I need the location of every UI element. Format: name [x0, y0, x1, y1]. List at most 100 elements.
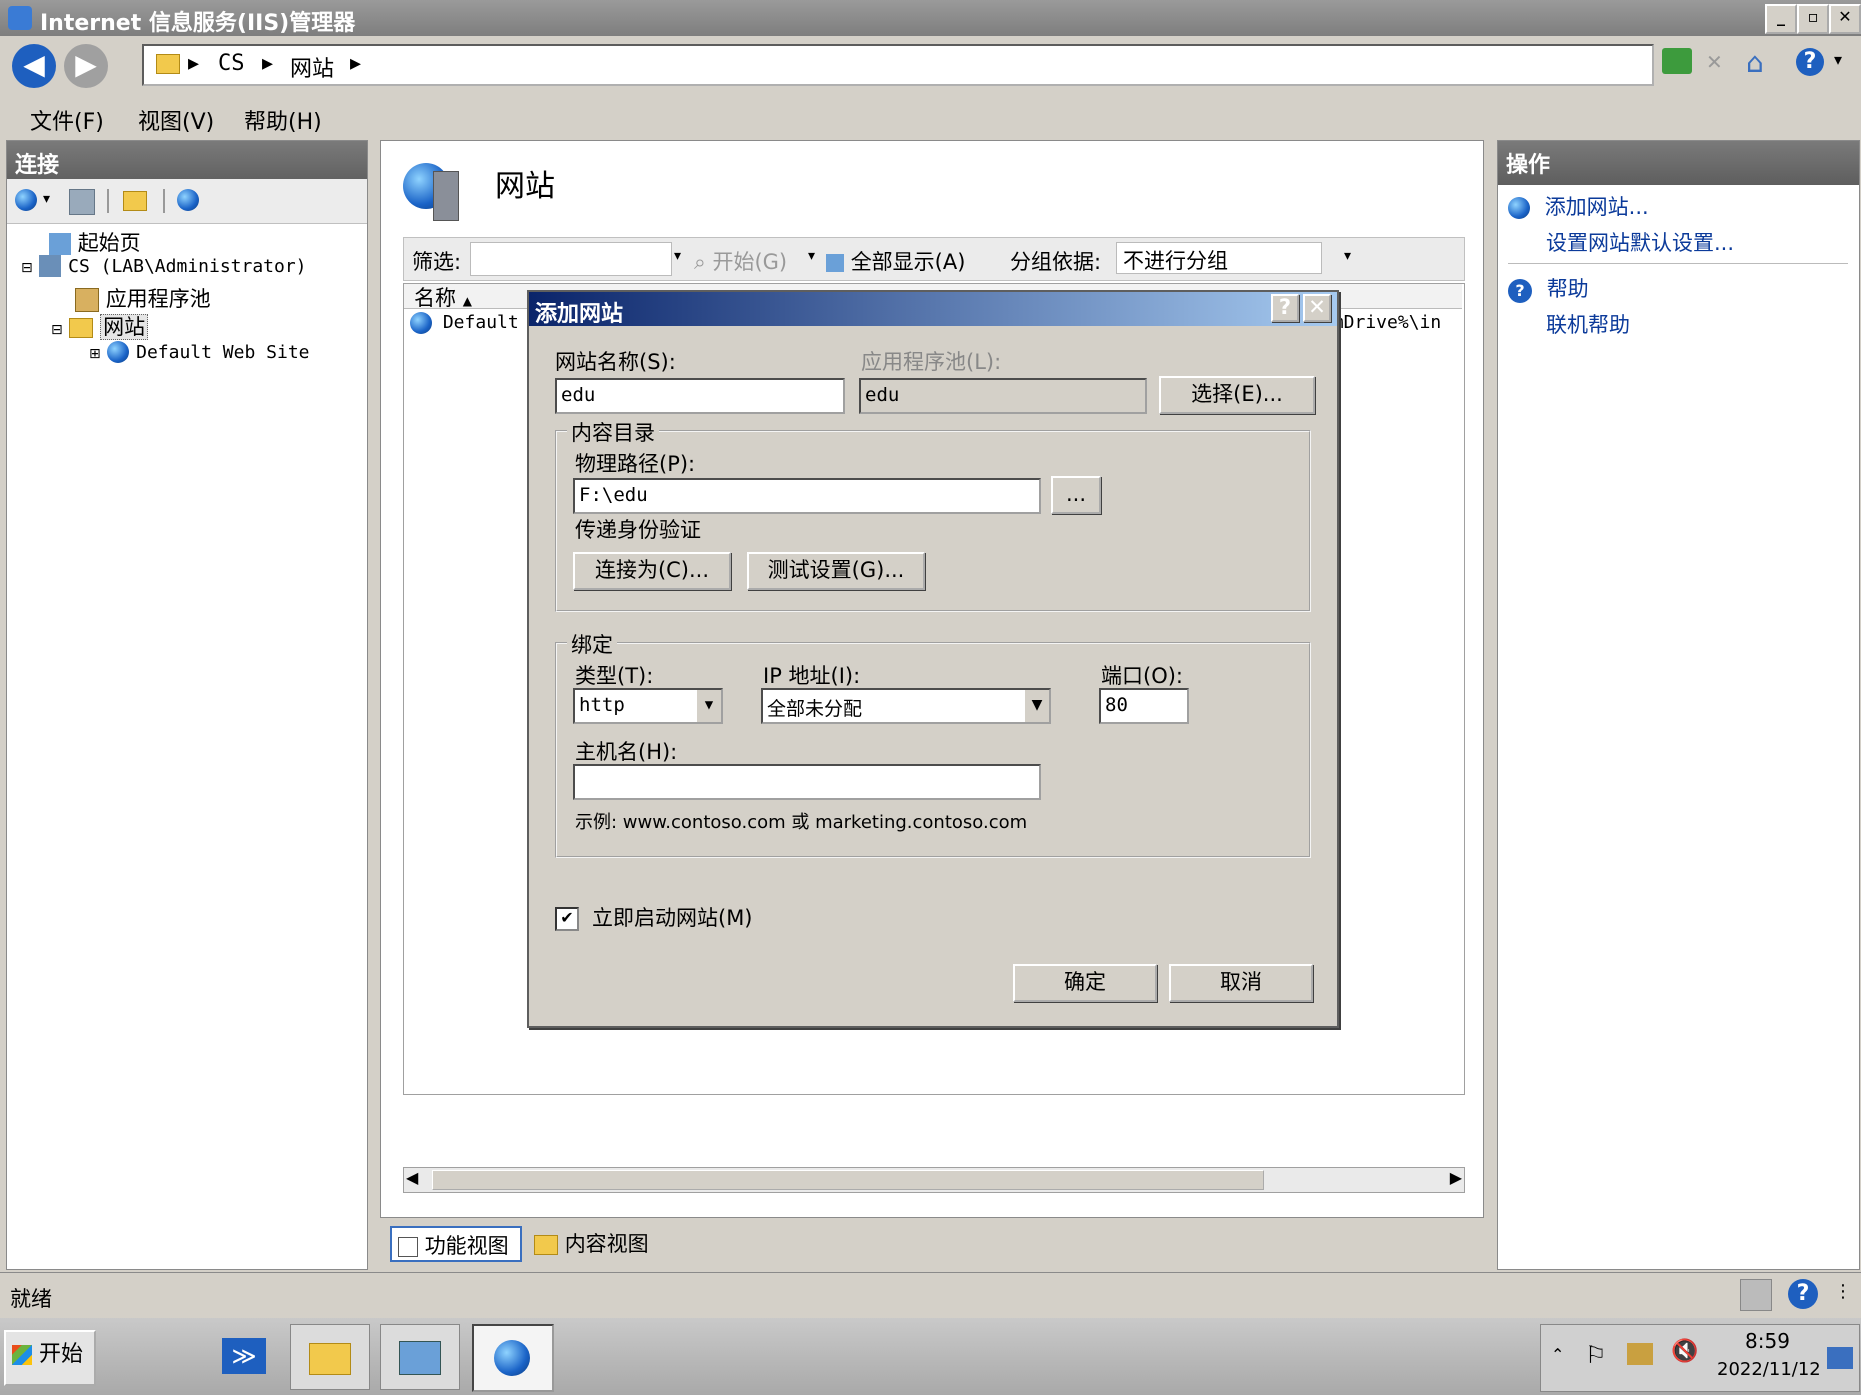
- connect-as-button[interactable]: 连接为(C)...: [573, 552, 731, 590]
- app-pool-field: edu: [859, 378, 1147, 414]
- start-filter-label: 开始(G): [712, 250, 788, 274]
- close-window-button[interactable]: ✕: [1829, 4, 1861, 34]
- up-folder-icon[interactable]: [123, 191, 147, 211]
- show-desktop-icon[interactable]: [1827, 1347, 1853, 1369]
- tree-item-server[interactable]: ⊟ CS (LAB\Administrator): [21, 253, 307, 277]
- select-app-pool-button[interactable]: 选择(E)...: [1159, 376, 1315, 414]
- forward-arrow-icon[interactable]: ▶: [64, 44, 108, 88]
- tab-features-view[interactable]: 功能视图: [390, 1226, 522, 1262]
- table-row[interactable]: Default: [410, 312, 519, 334]
- start-button[interactable]: 开始: [4, 1330, 96, 1386]
- port-label: 端口(O):: [1101, 664, 1183, 688]
- explorer-icon[interactable]: [290, 1324, 370, 1390]
- clock-date[interactable]: 2022/11/12: [1717, 1359, 1821, 1380]
- globe-icon: [107, 341, 130, 363]
- control-panel-icon[interactable]: [380, 1324, 460, 1390]
- clock-time[interactable]: 8:59: [1745, 1329, 1790, 1353]
- disconnect-icon[interactable]: [177, 189, 199, 211]
- port-field[interactable]: 80: [1099, 688, 1189, 724]
- refresh-icon[interactable]: [1662, 48, 1692, 74]
- physical-path-field[interactable]: F:\edu: [573, 478, 1041, 514]
- menu-help[interactable]: 帮助(H): [244, 104, 322, 136]
- dropdown-arrow-icon[interactable]: ▾: [674, 248, 681, 264]
- column-header-name[interactable]: 名称 ▲: [414, 282, 472, 312]
- stop-icon[interactable]: ✕: [1706, 50, 1730, 74]
- dialog-close-button[interactable]: ✕: [1303, 294, 1331, 322]
- page-title: 网站: [495, 169, 555, 204]
- show-all-icon: [826, 254, 844, 272]
- checkbox-checked-icon: ✔: [555, 907, 579, 931]
- scroll-thumb[interactable]: [432, 1170, 1264, 1190]
- minimize-button[interactable]: _: [1765, 4, 1797, 34]
- ip-address-select[interactable]: 全部未分配 ▼: [761, 688, 1051, 724]
- server-manager-icon[interactable]: [118, 1324, 196, 1388]
- connect-globe-icon[interactable]: [15, 189, 37, 211]
- home-icon[interactable]: ⌂: [1746, 46, 1764, 79]
- start-filter-button[interactable]: ⌕ 开始(G): [694, 246, 787, 276]
- breadcrumb-sites[interactable]: 网站: [290, 51, 334, 83]
- online-help-link[interactable]: 联机帮助: [1546, 309, 1630, 339]
- tree-label: 网站: [100, 314, 149, 340]
- content-view-icon: [534, 1235, 558, 1255]
- dropdown-arrow-icon[interactable]: ▼: [695, 690, 721, 722]
- set-defaults-link[interactable]: 设置网站默认设置...: [1546, 227, 1734, 257]
- volume-muted-icon[interactable]: 🔇: [1671, 1339, 1698, 1364]
- save-icon[interactable]: [69, 189, 95, 215]
- help-label: 帮助: [1546, 277, 1589, 301]
- tree-item-default-site[interactable]: ⊞ Default Web Site: [89, 339, 310, 363]
- browse-button[interactable]: ...: [1051, 476, 1101, 514]
- scroll-right-icon[interactable]: ▶: [1450, 1168, 1462, 1187]
- tree-item-sites[interactable]: ⊟ 网站: [51, 311, 149, 341]
- flag-icon[interactable]: ⚐: [1585, 1341, 1607, 1369]
- dialog-help-button[interactable]: ?: [1271, 294, 1299, 322]
- cancel-button[interactable]: 取消: [1169, 964, 1313, 1002]
- actions-header: 操作: [1498, 141, 1859, 185]
- start-page-icon: [49, 233, 71, 255]
- dropdown-arrow-icon[interactable]: ▾: [1834, 50, 1842, 69]
- network-icon[interactable]: [1627, 1343, 1653, 1365]
- tree-label: Default Web Site: [136, 342, 310, 363]
- expand-icon[interactable]: ⊞: [89, 346, 101, 362]
- dropdown-arrow-icon[interactable]: ▾: [43, 191, 50, 207]
- back-arrow-icon[interactable]: ◀: [12, 44, 56, 88]
- maximize-button[interactable]: ▫: [1797, 4, 1829, 34]
- menu-file[interactable]: 文件(F): [30, 104, 104, 136]
- address-bar[interactable]: ▸ CS ▸ 网站 ▸: [142, 44, 1654, 86]
- host-name-field[interactable]: [573, 764, 1041, 800]
- dropdown-arrow-icon[interactable]: ▾: [1344, 248, 1351, 264]
- iis-manager-taskbar-icon[interactable]: [472, 1324, 554, 1392]
- host-name-label: 主机名(H):: [575, 740, 678, 764]
- group-by-select[interactable]: 不进行分组: [1116, 242, 1322, 274]
- start-now-checkbox[interactable]: ✔ 立即启动网站(M): [555, 902, 753, 932]
- print-icon[interactable]: [1740, 1279, 1772, 1311]
- filter-input[interactable]: [470, 242, 672, 276]
- dropdown-arrow-icon[interactable]: ▾: [808, 248, 815, 264]
- type-select[interactable]: http ▼: [573, 688, 723, 724]
- show-hidden-icons-icon[interactable]: ⌃: [1551, 1345, 1564, 1364]
- scroll-left-icon[interactable]: ◀: [406, 1168, 418, 1187]
- collapse-icon[interactable]: ⊟: [51, 322, 63, 338]
- menu-bar: 文件(F) 视图(V) 帮助(H): [0, 96, 1861, 138]
- site-name-field[interactable]: edu: [555, 378, 845, 414]
- tree-item-app-pools[interactable]: 应用程序池: [75, 283, 211, 313]
- help-circle-icon[interactable]: ?: [1788, 1279, 1818, 1309]
- physical-path-label: 物理路径(P):: [575, 452, 696, 476]
- horizontal-scrollbar[interactable]: ◀ ▶: [403, 1167, 1465, 1193]
- tab-content-view[interactable]: 内容视图: [528, 1226, 658, 1262]
- show-all-button[interactable]: 全部显示(A): [826, 246, 965, 276]
- ok-button[interactable]: 确定: [1013, 964, 1157, 1002]
- menu-view[interactable]: 视图(V): [138, 104, 214, 136]
- add-site-link[interactable]: 添加网站...: [1508, 191, 1649, 221]
- help-circle-icon[interactable]: ?: [1796, 48, 1824, 76]
- dropdown-arrow-icon[interactable]: ▼: [1023, 690, 1049, 722]
- powershell-icon[interactable]: ≫: [206, 1324, 284, 1388]
- window-title: Internet 信息服务(IIS)管理器: [40, 11, 356, 36]
- collapse-icon[interactable]: ⊟: [21, 260, 33, 276]
- more-icon[interactable]: ⋮: [1834, 1281, 1852, 1302]
- breadcrumb-server[interactable]: CS: [218, 51, 245, 76]
- help-link[interactable]: ? 帮助: [1508, 273, 1589, 303]
- test-settings-button[interactable]: 测试设置(G)...: [747, 552, 925, 590]
- add-site-dialog: 添加网站 ? ✕ 网站名称(S): edu 应用程序池(L): edu 选择(E…: [527, 290, 1339, 1028]
- tree-label: CS (LAB\Administrator): [68, 256, 307, 277]
- status-bar: 就绪 ? ⋮: [0, 1272, 1861, 1316]
